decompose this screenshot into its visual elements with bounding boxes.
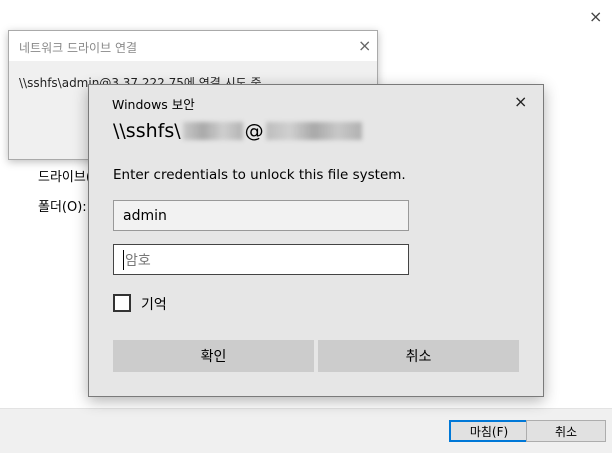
folder-label: 폴더(O): xyxy=(38,200,87,215)
finish-button[interactable]: 마침(F) xyxy=(449,420,529,442)
wizard-cancel-button[interactable]: 취소 xyxy=(526,420,606,442)
username-value: admin xyxy=(123,207,167,224)
ok-button[interactable]: 확인 xyxy=(113,340,314,372)
connection-target: \\sshfs\ @ xyxy=(113,120,362,142)
password-field[interactable]: 암호 xyxy=(113,244,409,275)
password-placeholder: 암호 xyxy=(123,249,151,270)
progress-title: 네트워크 드라이브 연결 xyxy=(19,41,138,55)
target-at: @ xyxy=(244,120,264,142)
progress-close-icon[interactable]: × xyxy=(358,38,371,54)
remember-label[interactable]: 기억 xyxy=(141,294,167,314)
dialog-title: Windows 보안 xyxy=(112,97,195,112)
username-field[interactable]: admin xyxy=(113,200,409,231)
dialog-close-icon[interactable]: × xyxy=(514,94,527,110)
drive-label: 드라이브( xyxy=(38,170,91,185)
redacted-host xyxy=(265,122,362,140)
remember-checkbox[interactable] xyxy=(113,294,131,312)
credential-prompt: Enter credentials to unlock this file sy… xyxy=(113,167,406,183)
windows-security-dialog: Windows 보안 × \\sshfs\ @ Enter credential… xyxy=(88,84,544,397)
target-prefix: \\sshfs\ xyxy=(113,120,181,142)
cancel-button[interactable]: 취소 xyxy=(318,340,519,372)
redacted-username xyxy=(182,122,243,140)
wizard-close-icon[interactable]: × xyxy=(589,9,602,25)
